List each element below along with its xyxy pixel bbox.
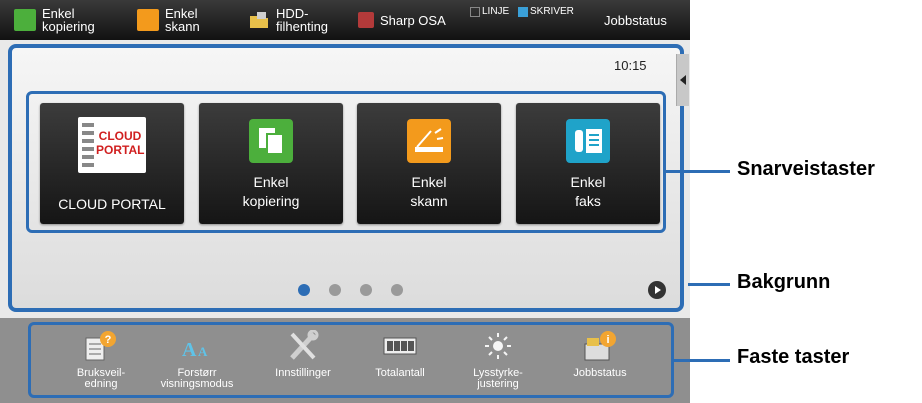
folder-icon <box>248 9 270 31</box>
printer-indicator-light <box>518 6 528 17</box>
topbar-sharp-osa[interactable]: Sharp OSA <box>358 0 446 40</box>
page-dot[interactable] <box>298 284 310 296</box>
topbar-job-status-label: Jobbstatus <box>604 12 667 28</box>
shortcut-simple-scan[interactable]: Enkel skann <box>357 103 501 224</box>
cloud-portal-icon-text: CLOUD PORTAL <box>96 129 145 157</box>
callout-fixed-keys: Faste taster <box>737 346 850 368</box>
callout-line-fixed-keys <box>674 359 730 362</box>
line-indicator-light <box>470 6 480 17</box>
fax-icon <box>566 119 610 163</box>
fixed-key-enlarge-display-label: Forstørr visningsmodus <box>160 367 234 390</box>
svg-text:?: ? <box>105 334 112 346</box>
svg-text:i: i <box>606 334 609 346</box>
page-dot[interactable] <box>329 284 341 296</box>
shortcut-simple-fax[interactable]: Enkel faks <box>516 103 660 224</box>
callout-line-background <box>688 283 730 286</box>
shortcut-simple-fax-label: Enkel faks <box>570 174 606 209</box>
topbar-hdd-retrieve-label: HDD- filhenting <box>276 6 329 34</box>
shortcut-simple-copy-label: Enkel kopiering <box>242 174 300 209</box>
fixed-key-brightness[interactable]: Lysstyrke- justering <box>463 324 533 398</box>
cloud-portal-icon: CLOUD PORTAL <box>78 117 146 173</box>
callout-line-shortcuts <box>666 170 730 173</box>
fixed-key-manual[interactable]: ? Bruksveil- edning <box>66 324 136 398</box>
top-bar: Enkel kopiering Enkel skann HDD- filhent… <box>0 0 690 40</box>
fixed-key-total-count[interactable]: Totalantall <box>365 324 435 398</box>
topbar-sharp-osa-label: Sharp OSA <box>380 12 446 28</box>
fixed-key-job-status[interactable]: i Jobbstatus <box>565 324 635 398</box>
line-indicator: LINJE <box>470 6 509 17</box>
topbar-simple-scan[interactable]: Enkel skann <box>137 0 200 40</box>
fixed-key-manual-label: Bruksveil- edning <box>76 367 126 390</box>
fixed-key-total-count-label: Totalantall <box>375 367 425 379</box>
fixed-key-enlarge-display[interactable]: AA Forstørr visningsmodus <box>161 324 234 398</box>
enlarge-display-icon: AA <box>180 330 214 362</box>
side-panel-toggle[interactable] <box>676 54 689 106</box>
topbar-simple-scan-label: Enkel skann <box>165 6 200 34</box>
fixed-key-job-status-label: Jobbstatus <box>573 367 627 379</box>
fixed-key-brightness-label: Lysstyrke- justering <box>473 367 523 390</box>
copy-icon <box>249 119 293 163</box>
page-dot[interactable] <box>360 284 372 296</box>
callout-shortcut-keys: Snarveistaster <box>737 158 875 180</box>
scan-icon <box>407 119 451 163</box>
fixed-key-settings-label: Innstillinger <box>275 367 331 379</box>
manual-icon: ? <box>84 330 118 362</box>
line-indicator-label: LINJE <box>482 6 510 17</box>
topbar-job-status[interactable]: Jobbstatus <box>604 0 667 40</box>
job-status-icon: i <box>583 330 617 362</box>
printer-indicator-label: SKRIVER <box>530 6 574 17</box>
topbar-simple-copy-label: Enkel kopiering <box>42 6 95 34</box>
osa-icon <box>358 12 374 28</box>
next-page-button[interactable] <box>648 281 666 299</box>
fixed-key-settings[interactable]: Innstillinger <box>268 324 338 398</box>
settings-icon <box>286 329 320 362</box>
svg-text:A: A <box>182 339 197 361</box>
page-indicator <box>298 284 422 296</box>
counter-icon <box>383 330 417 362</box>
svg-text:A: A <box>198 344 208 359</box>
shortcut-cloud-portal[interactable]: CLOUD PORTAL CLOUD PORTAL <box>40 103 184 224</box>
topbar-hdd-retrieve[interactable]: HDD- filhenting <box>248 0 328 40</box>
control-panel: Enkel kopiering Enkel skann HDD- filhent… <box>0 0 690 403</box>
clock: 10:15 <box>614 58 647 73</box>
shortcut-simple-scan-label: Enkel skann <box>410 174 448 209</box>
printer-indicator: SKRIVER <box>518 6 574 17</box>
shortcut-simple-copy[interactable]: Enkel kopiering <box>199 103 343 224</box>
topbar-simple-copy[interactable]: Enkel kopiering <box>14 0 95 40</box>
brightness-icon <box>481 330 515 362</box>
copy-icon <box>14 9 36 31</box>
callout-background: Bakgrunn <box>737 271 831 293</box>
scan-icon <box>137 9 159 31</box>
page-dot[interactable] <box>391 284 403 296</box>
shortcut-cloud-portal-label: CLOUD PORTAL <box>58 196 166 212</box>
